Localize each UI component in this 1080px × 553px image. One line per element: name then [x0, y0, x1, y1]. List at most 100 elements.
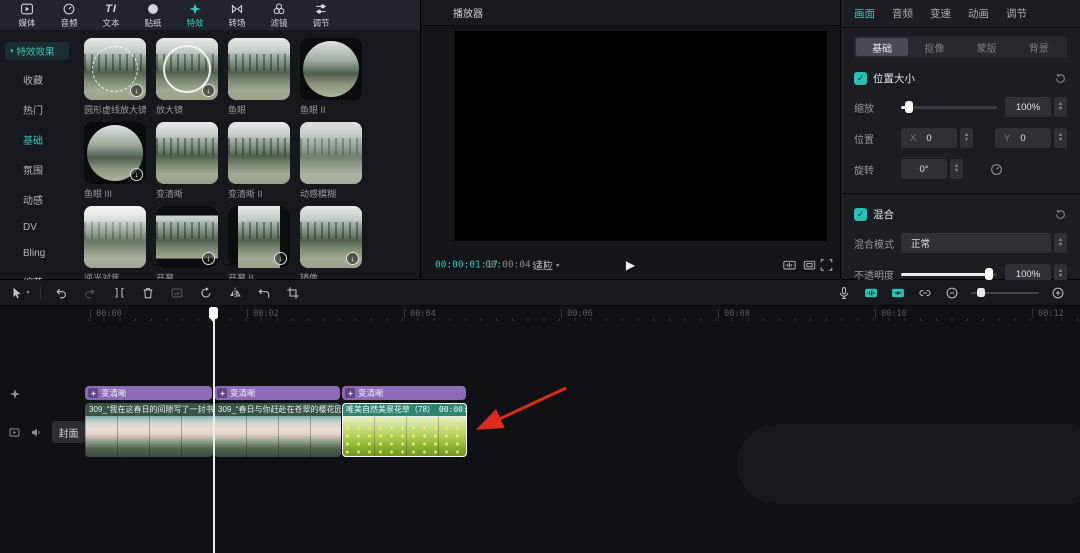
tab-动画[interactable]: 动画	[968, 6, 989, 21]
sidebar-item-Bling[interactable]: Bling	[0, 240, 74, 266]
effect-clip[interactable]: 变清晰	[85, 386, 212, 400]
top-nav-item-text[interactable]: TI文本	[94, 2, 128, 29]
position-x-field[interactable]: X 0	[901, 128, 957, 148]
mute-toggle-icon[interactable]	[30, 426, 43, 439]
tab-音频[interactable]: 音频	[892, 6, 913, 21]
rotate-stepper[interactable]: ▲▼	[950, 159, 963, 179]
effect-card[interactable]: 变清晰 II	[228, 122, 290, 200]
reset-icon[interactable]	[1054, 208, 1067, 221]
snap-toggle-icon[interactable]	[890, 286, 906, 300]
effect-card[interactable]: ↓镜像	[300, 206, 362, 279]
effect-name: 变清晰	[156, 187, 218, 200]
tab-画面[interactable]: 画面	[854, 6, 875, 21]
reverse-icon[interactable]	[194, 285, 218, 301]
effect-card[interactable]: ↓开幕 II	[228, 206, 290, 279]
blend-mode-dropdown[interactable]: 正常	[901, 233, 1051, 253]
scale-stepper[interactable]: ▲▼	[1054, 97, 1067, 117]
tab-变速[interactable]: 变速	[930, 6, 951, 21]
rotate-row: 旋转 0° ▲▼	[854, 159, 1067, 179]
zoom-out-icon[interactable]	[944, 286, 960, 300]
effect-card[interactable]: ↓鱼眼 III	[84, 122, 146, 200]
effect-card[interactable]: ↓开幕	[156, 206, 218, 279]
sidebar-item-收藏[interactable]: 收藏	[0, 64, 74, 94]
player-header: 播放器	[421, 0, 840, 26]
effect-card[interactable]: 鱼眼 II	[300, 38, 362, 116]
position-y-stepper[interactable]: ▲▼	[1054, 128, 1067, 148]
subtab-背景[interactable]: 背景	[1013, 38, 1065, 56]
sidebar-item-DV[interactable]: DV	[0, 214, 74, 240]
video-clip[interactable]: 唯美自然美景花草（78） 00:00:01:17	[342, 403, 467, 457]
top-nav-item-media[interactable]: 媒体	[10, 2, 44, 29]
position-y-field[interactable]: Y 0	[995, 128, 1051, 148]
video-preview[interactable]	[455, 31, 827, 241]
preview-quality-icon[interactable]	[781, 258, 798, 272]
effect-card[interactable]: 逆光对焦	[84, 206, 146, 279]
effect-card[interactable]: 动感模糊	[300, 122, 362, 200]
rotate-icon[interactable]	[252, 285, 276, 301]
download-icon: ↓	[130, 168, 143, 181]
zoom-in-icon[interactable]	[1050, 286, 1066, 300]
opacity-slider[interactable]	[901, 273, 997, 276]
sidebar-item-氛围[interactable]: 氛围	[0, 154, 74, 184]
crop-icon[interactable]	[281, 285, 305, 301]
record-mic-icon[interactable]	[836, 286, 852, 300]
mirror-icon[interactable]	[223, 285, 247, 301]
download-icon: ↓	[202, 84, 215, 97]
top-nav-item-filter[interactable]: 滤镜	[262, 2, 296, 29]
scale-slider[interactable]	[901, 106, 997, 109]
subtab-抠像[interactable]: 抠像	[908, 38, 960, 56]
download-icon: ↓	[130, 84, 143, 97]
original-ratio-icon[interactable]	[801, 258, 818, 272]
delete-icon[interactable]	[136, 285, 160, 301]
tab-调节[interactable]: 调节	[1006, 6, 1027, 21]
video-clip-label: 唯美自然美景花草（78）	[346, 404, 435, 415]
effect-card[interactable]: ↓放大镜	[156, 38, 218, 116]
blend-mode-stepper[interactable]: ▲▼	[1054, 233, 1067, 253]
playhead-handle[interactable]	[209, 307, 218, 319]
effect-card[interactable]: 变清晰	[156, 122, 218, 200]
subtab-基础[interactable]: 基础	[856, 38, 908, 56]
subtab-蒙版[interactable]: 蒙版	[961, 38, 1013, 56]
sidebar-item-热门[interactable]: 热门	[0, 94, 74, 124]
zoom-slider[interactable]	[971, 292, 1039, 294]
reset-icon[interactable]	[1054, 72, 1067, 85]
effect-overlay	[300, 122, 362, 184]
media-icon	[20, 2, 34, 16]
top-nav-item-effects[interactable]: 特效	[178, 2, 212, 29]
rotate-value[interactable]: 0°	[901, 159, 947, 179]
top-nav-item-audio[interactable]: 音频	[52, 2, 86, 29]
position-x-stepper[interactable]: ▲▼	[960, 128, 973, 148]
fit-dropdown[interactable]: 适应 ▾	[533, 258, 560, 273]
effects-sidebar: ▾ 特效效果 收藏热门基础氛围动感DVBling综艺	[0, 30, 74, 279]
link-toggle-icon[interactable]	[917, 286, 933, 300]
top-nav-item-adjust[interactable]: 调节	[304, 2, 338, 29]
effect-clip[interactable]: 变清晰	[342, 386, 466, 400]
split-icon[interactable]: ][	[107, 285, 131, 301]
blend-checkbox[interactable]: ✓	[854, 208, 867, 221]
sidebar-item-动感[interactable]: 动感	[0, 184, 74, 214]
video-clip[interactable]: 309_“春日与你赶赴在苍翠的樱花园	[214, 403, 341, 457]
rotate-dial-icon[interactable]	[989, 162, 1004, 177]
effect-clip[interactable]: 变清晰	[214, 386, 340, 400]
video-clip-duration: 00:00:01:17	[439, 405, 467, 414]
playhead-line[interactable]	[213, 307, 215, 553]
rotate-icon	[257, 286, 271, 300]
effect-card[interactable]: 鱼眼	[228, 38, 290, 116]
scale-value[interactable]: 100%	[1005, 97, 1051, 117]
position-size-checkbox[interactable]: ✓	[854, 72, 867, 85]
select-tool-icon[interactable]: ▾	[8, 285, 32, 301]
audio-wave-toggle-icon[interactable]	[863, 286, 879, 300]
undo-icon[interactable]	[49, 285, 73, 301]
sidebar-item-基础[interactable]: 基础	[0, 124, 74, 154]
play-button[interactable]: ▶	[626, 258, 635, 272]
top-nav-item-transition[interactable]: 转场	[220, 2, 254, 29]
video-clip[interactable]: 309_“我在这春日的间隙写了一封书信	[85, 403, 213, 457]
effects-category-header[interactable]: ▾ 特效效果	[5, 42, 69, 60]
sidebar-header-label: 特效效果	[17, 44, 55, 58]
cover-button[interactable]: 封面	[52, 421, 85, 443]
zoom-slider-knob[interactable]	[977, 288, 985, 297]
top-nav-item-sticker[interactable]: 贴纸	[136, 2, 170, 29]
effect-card[interactable]: ↓圆形虚线放大镜	[84, 38, 146, 116]
effect-name: 动感模糊	[300, 187, 362, 200]
fullscreen-icon[interactable]	[818, 258, 835, 272]
